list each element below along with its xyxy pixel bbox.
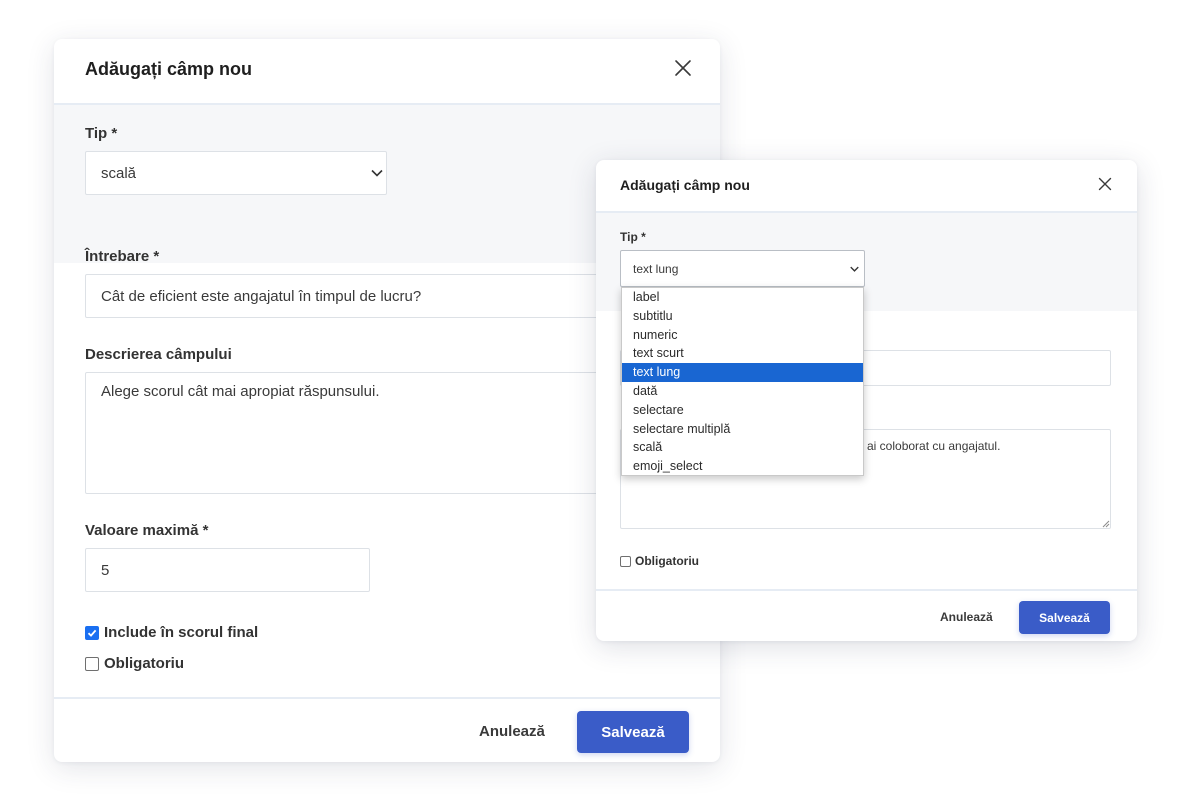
save-button[interactable]: Salvează bbox=[1019, 601, 1110, 634]
type-label: Tip * bbox=[85, 125, 118, 142]
max-value-input-value: 5 bbox=[101, 561, 110, 579]
description-textarea-value: ai coloborat cu angajatul. bbox=[867, 439, 1001, 453]
max-value-label: Valoare maximă * bbox=[85, 522, 209, 539]
type-select[interactable]: scală bbox=[85, 151, 387, 195]
required-row: Obligatoriu bbox=[85, 655, 184, 672]
type-select-value: text lung bbox=[633, 261, 679, 276]
checkmark-icon bbox=[87, 629, 97, 637]
footer-divider bbox=[54, 697, 720, 699]
required-label: Obligatoriu bbox=[635, 554, 699, 568]
modal-title: Adăugați câmp nou bbox=[620, 177, 750, 193]
description-textarea[interactable]: Alege scorul cât mai apropiat răspunsulu… bbox=[85, 372, 645, 494]
save-button[interactable]: Salvează bbox=[577, 711, 689, 753]
dropdown-option-selectare[interactable]: selectare bbox=[622, 401, 863, 420]
include-in-score-row: Include în scorul final bbox=[85, 624, 258, 641]
type-label: Tip * bbox=[620, 230, 646, 244]
include-in-score-checkbox[interactable] bbox=[85, 625, 99, 640]
chevron-down-icon bbox=[850, 266, 859, 272]
dropdown-option-emoji-select[interactable]: emoji_select bbox=[622, 457, 863, 476]
type-dropdown-list: label subtitlu numeric text scurt text l… bbox=[621, 287, 864, 476]
dropdown-option-data[interactable]: dată bbox=[622, 382, 863, 401]
include-in-score-label: Include în scorul final bbox=[104, 624, 259, 641]
type-select-value: scală bbox=[101, 164, 137, 182]
question-input-value: Cât de eficient este angajatul în timpul… bbox=[101, 287, 422, 305]
required-checkbox[interactable] bbox=[620, 555, 631, 567]
description-textarea-value: Alege scorul cât mai apropiat răspunsulu… bbox=[101, 383, 380, 400]
close-icon[interactable] bbox=[1098, 177, 1112, 191]
add-field-modal-small: Adăugați câmp nou Tip * text lung ai col… bbox=[596, 160, 1137, 641]
cancel-button[interactable]: Anulează bbox=[940, 610, 993, 624]
dropdown-option-selectare-multipla[interactable]: selectare multiplă bbox=[622, 420, 863, 439]
cancel-button[interactable]: Anulează bbox=[479, 723, 545, 740]
dropdown-option-text-scurt[interactable]: text scurt bbox=[622, 344, 863, 363]
dropdown-option-numeric[interactable]: numeric bbox=[622, 326, 863, 345]
description-label: Descrierea câmpului bbox=[85, 346, 232, 363]
dropdown-option-text-lung[interactable]: text lung bbox=[622, 363, 863, 382]
required-checkbox[interactable] bbox=[85, 656, 99, 671]
required-row: Obligatoriu bbox=[620, 554, 699, 568]
footer-divider bbox=[596, 589, 1137, 591]
modal-header: Adăugați câmp nou bbox=[596, 160, 1137, 213]
question-input[interactable]: Cât de eficient este angajatul în timpul… bbox=[85, 274, 645, 318]
dropdown-option-label[interactable]: label bbox=[622, 288, 863, 307]
chevron-down-icon bbox=[371, 169, 383, 177]
dropdown-option-scala[interactable]: scală bbox=[622, 438, 863, 457]
question-label: Întrebare * bbox=[85, 248, 160, 265]
modal-title: Adăugați câmp nou bbox=[85, 59, 253, 79]
resize-grip-icon[interactable] bbox=[1102, 520, 1110, 528]
dropdown-option-subtitlu[interactable]: subtitlu bbox=[622, 307, 863, 326]
close-icon[interactable] bbox=[674, 59, 692, 77]
required-label: Obligatoriu bbox=[104, 655, 184, 672]
modal-header: Adăugați câmp nou bbox=[54, 39, 720, 105]
type-select[interactable]: text lung bbox=[620, 250, 865, 287]
max-value-input[interactable]: 5 bbox=[85, 548, 370, 592]
